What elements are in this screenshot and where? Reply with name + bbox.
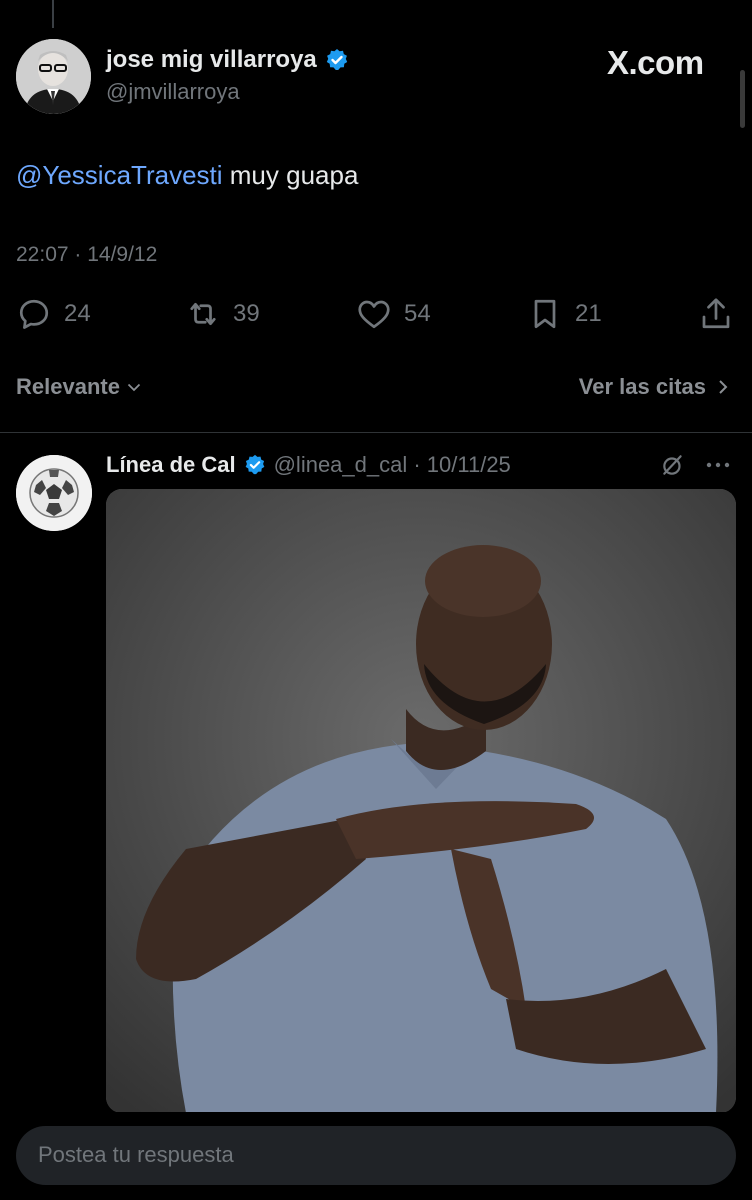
reply-author-name[interactable]: Línea de Cal [106,452,236,478]
thread-line [52,0,54,28]
reply-author-avatar[interactable] [16,455,92,531]
bookmark-icon [534,299,556,329]
divider [0,432,752,433]
view-quotes-label: Ver las citas [578,374,706,399]
avatar-portrait-image [16,39,91,114]
retweet-icon [190,302,216,326]
bookmark-button[interactable]: 21 [527,296,602,332]
reply-icon [19,299,49,329]
author-name-row[interactable]: jose mig villarroya [106,46,349,74]
grok-icon[interactable] [660,452,686,478]
share-icon [702,298,730,329]
sort-dropdown[interactable]: Relevante [16,374,142,400]
bookmark-count: 21 [575,300,602,327]
scrollbar[interactable] [740,70,745,128]
author-name[interactable]: jose mig villarroya [106,46,317,74]
verified-badge-icon [245,454,264,475]
retweet-count: 39 [233,300,260,327]
like-count: 54 [404,300,431,327]
mention-link[interactable]: @YessicaTravesti [16,160,223,190]
share-button[interactable] [698,296,734,332]
reply-input[interactable]: Postea tu respuesta [16,1126,736,1185]
view-quotes-link[interactable]: Ver las citas [579,374,730,400]
photo-illustration [106,489,736,1113]
reply-button[interactable]: 24 [16,296,91,332]
chevron-right-icon [719,380,728,394]
tweet-body: muy guapa [222,160,359,190]
reply-actions [660,452,732,478]
reply-count: 24 [64,300,91,327]
reply-media-image[interactable] [106,489,736,1113]
chevron-down-icon [127,383,141,392]
sort-label: Relevante [16,374,120,399]
retweet-button[interactable]: 39 [185,296,260,332]
x-com-logo: X.com [607,44,704,81]
verified-badge-icon [326,49,347,70]
like-button[interactable]: 54 [356,296,431,332]
tweet-timestamp[interactable]: 22:07 · 14/9/12 [16,243,157,267]
more-options-icon[interactable] [704,452,732,478]
author-avatar[interactable] [16,39,91,114]
reply-header: Línea de Cal @linea_d_cal · 10/11/25 [106,452,511,478]
heart-icon [358,300,390,329]
author-handle[interactable]: @jmvillarroya [106,79,240,105]
soccer-ball-icon [16,455,92,531]
tweet-text: @YessicaTravesti muy guapa [16,160,358,191]
reply-handle-date[interactable]: @linea_d_cal · 10/11/25 [274,452,511,478]
